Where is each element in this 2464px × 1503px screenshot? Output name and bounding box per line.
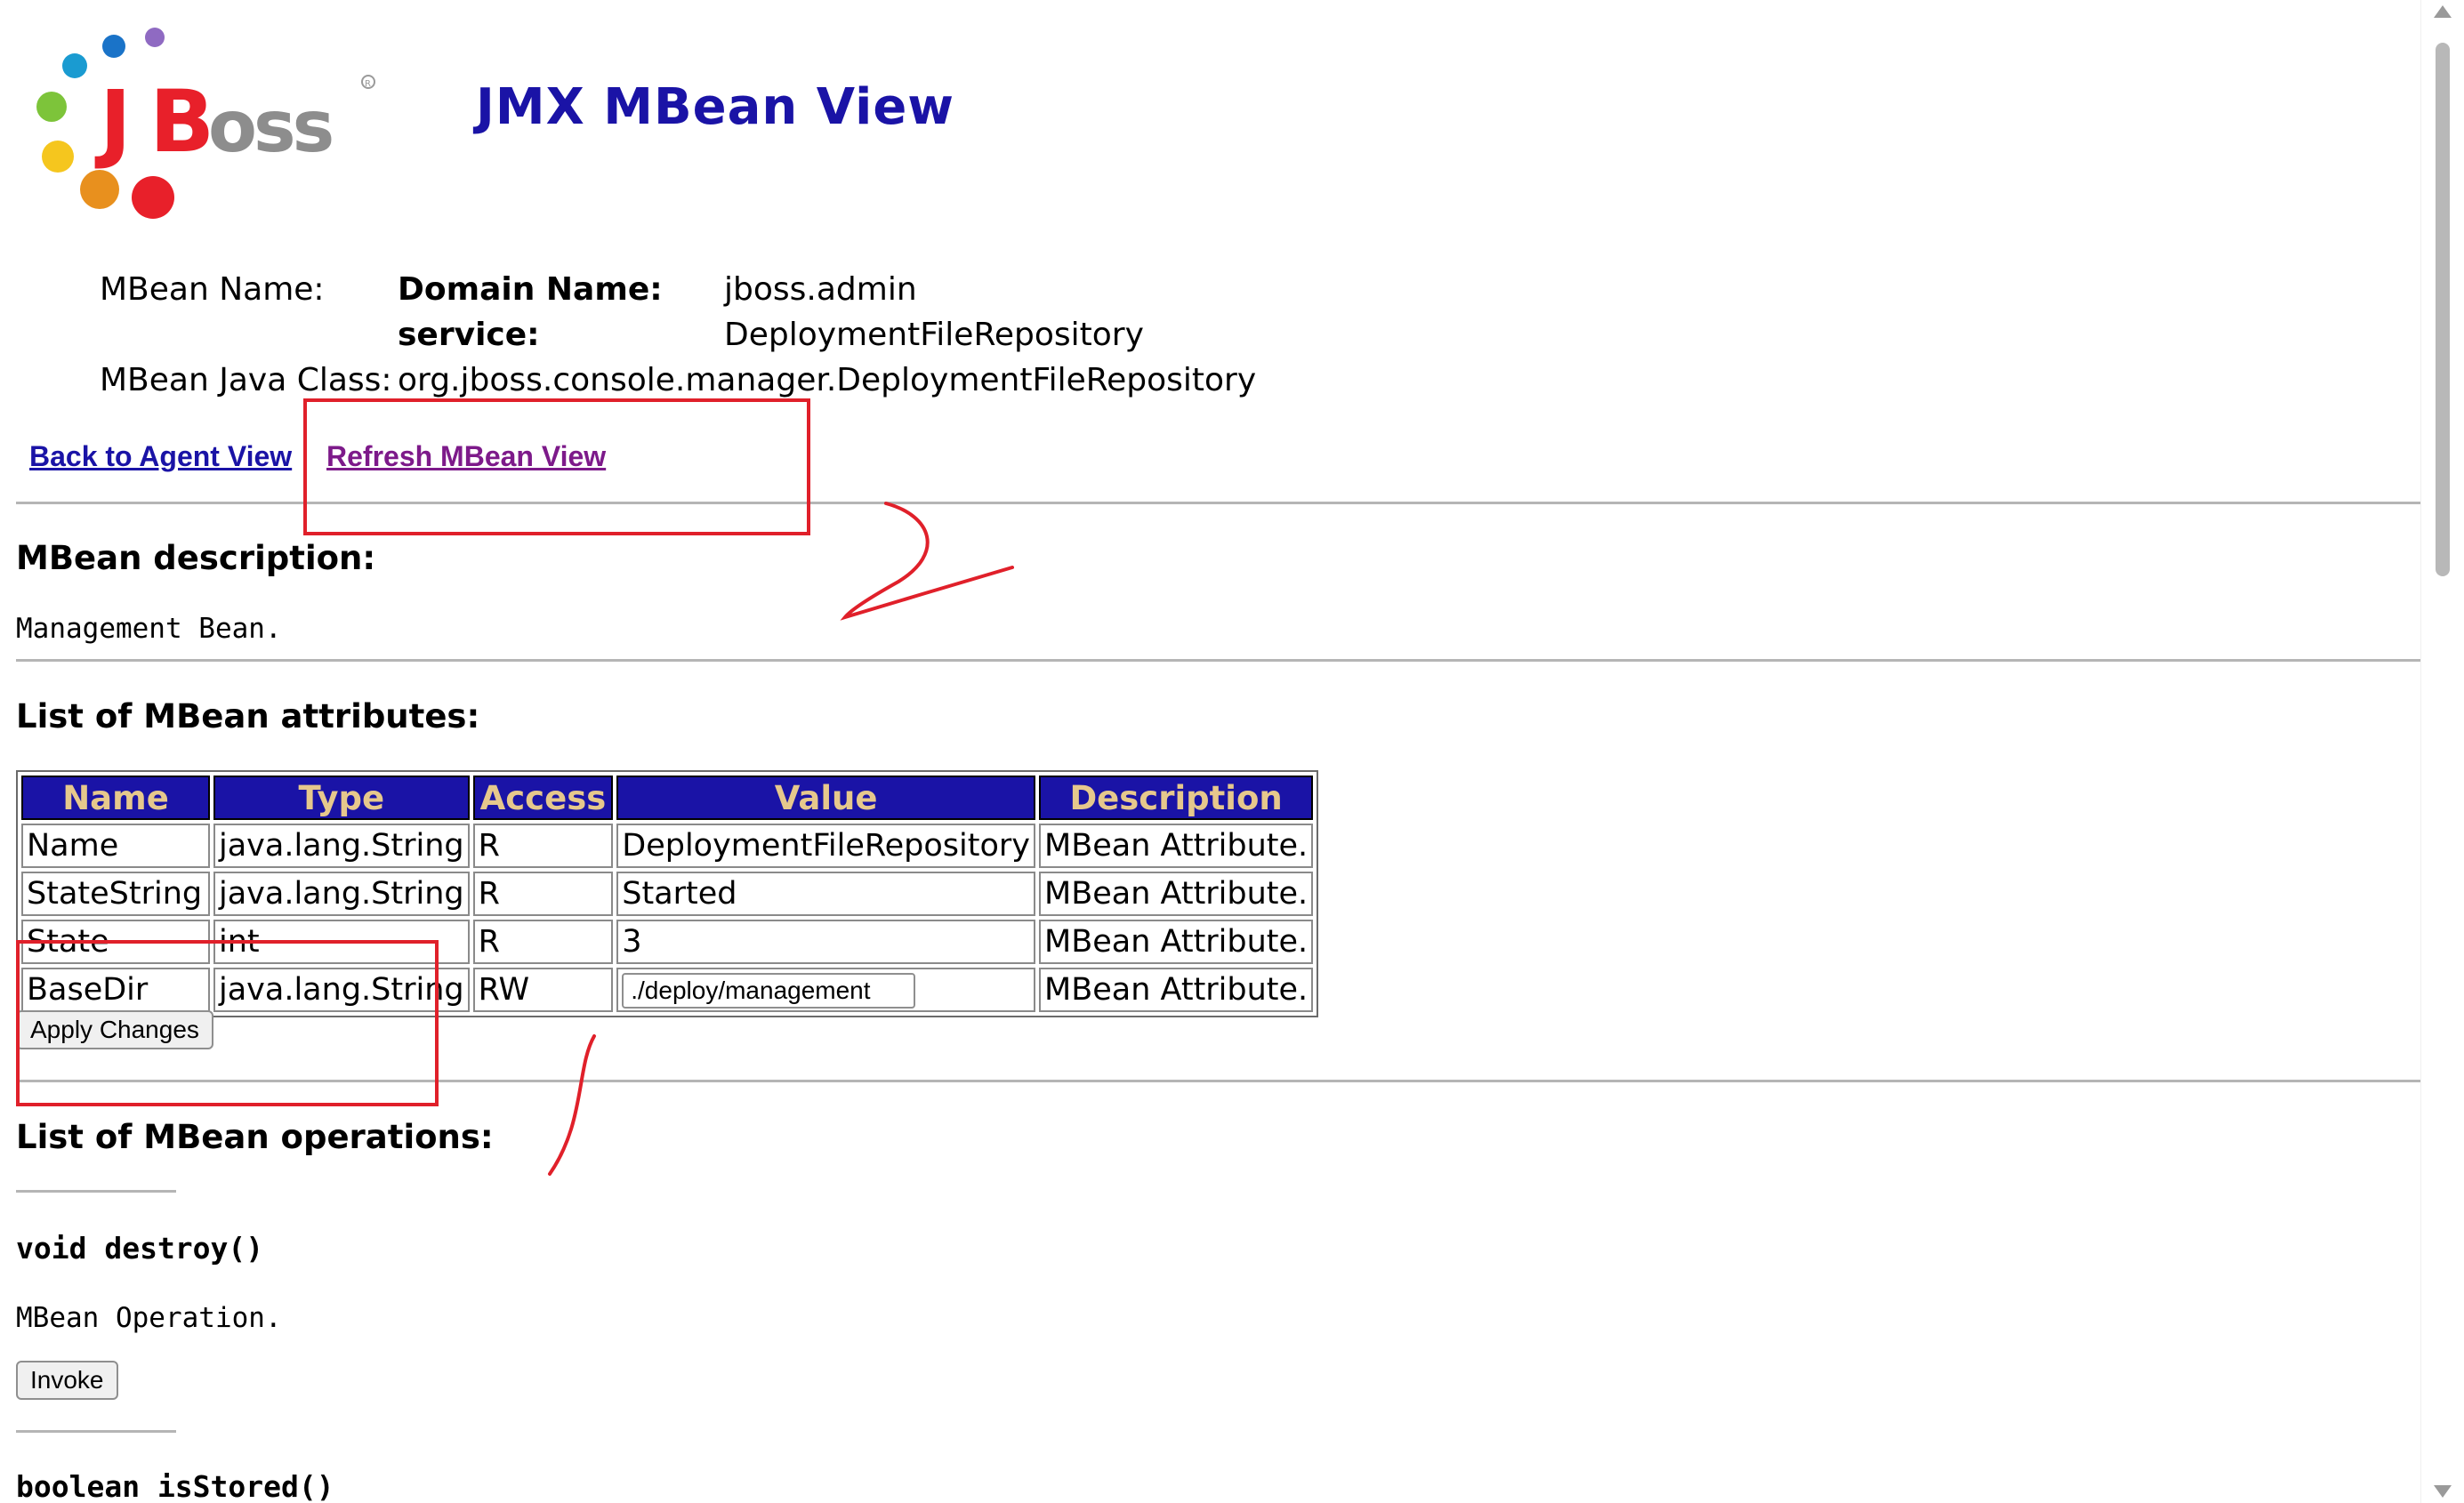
scroll-up-arrow-icon[interactable] xyxy=(2434,5,2452,18)
column-header-type: Type xyxy=(213,776,470,820)
svg-text:R: R xyxy=(365,79,371,89)
divider xyxy=(16,1080,2420,1082)
domain-name-value: jboss.admin xyxy=(724,271,917,308)
attr-access: RW xyxy=(472,968,614,1012)
attr-value: 3 xyxy=(616,920,1036,964)
column-header-name: Name xyxy=(21,776,210,820)
basedir-value-input[interactable] xyxy=(622,973,916,1009)
jboss-logo: J B oss R xyxy=(36,28,375,219)
mbean-page: J B oss R JMX MBean View MBean Name: Dom… xyxy=(0,0,2421,1503)
vertical-scrollbar[interactable] xyxy=(2420,0,2464,1503)
attributes-heading: List of MBean attributes: xyxy=(16,697,480,735)
mbean-description-text: Management Bean. xyxy=(16,613,282,645)
operation-divider xyxy=(16,1190,176,1193)
attr-access: R xyxy=(472,872,614,916)
attr-name: State xyxy=(21,920,210,964)
operation-signature: boolean isStored() xyxy=(16,1469,334,1503)
table-row: StateString java.lang.String R Started M… xyxy=(21,872,1314,916)
back-to-agent-view-link[interactable]: Back to Agent View xyxy=(29,440,292,473)
column-header-description: Description xyxy=(1039,776,1314,820)
attr-description: MBean Attribute. xyxy=(1039,824,1314,868)
domain-name-key: Domain Name: xyxy=(398,271,663,308)
attr-type: java.lang.String xyxy=(213,824,470,868)
attr-type: java.lang.String xyxy=(213,968,470,1012)
logo-dot xyxy=(36,92,67,122)
attr-name: Name xyxy=(21,824,210,868)
logo-dot xyxy=(145,28,165,47)
table-header-row: Name Type Access Value Description xyxy=(21,776,1314,820)
table-row: State int R 3 MBean Attribute. xyxy=(21,920,1314,964)
attr-type: int xyxy=(213,920,470,964)
attr-description: MBean Attribute. xyxy=(1039,920,1314,964)
mbean-description-heading: MBean description: xyxy=(16,539,376,577)
scroll-down-arrow-icon[interactable] xyxy=(2434,1485,2452,1498)
scroll-thumb[interactable] xyxy=(2436,43,2450,576)
table-row: BaseDir java.lang.String RW MBean Attrib… xyxy=(21,968,1314,1012)
attr-description: MBean Attribute. xyxy=(1039,968,1314,1012)
invoke-button[interactable]: Invoke xyxy=(16,1361,118,1400)
column-header-value: Value xyxy=(616,776,1036,820)
java-class-value: org.jboss.console.manager.DeploymentFile… xyxy=(398,362,1257,398)
svg-text:J: J xyxy=(94,72,126,172)
logo-dot xyxy=(62,53,87,78)
attr-name: BaseDir xyxy=(21,968,210,1012)
divider xyxy=(16,502,2420,504)
attr-access: R xyxy=(472,920,614,964)
attr-value: Started xyxy=(616,872,1036,916)
table-row: Name java.lang.String R DeploymentFileRe… xyxy=(21,824,1314,868)
service-value: DeploymentFileRepository xyxy=(724,317,1144,353)
apply-changes-button[interactable]: Apply Changes xyxy=(16,1010,213,1049)
logo-dot xyxy=(80,170,119,209)
attributes-table: Name Type Access Value Description Name … xyxy=(16,770,1319,1017)
attr-description: MBean Attribute. xyxy=(1039,872,1314,916)
java-class-label: MBean Java Class: xyxy=(100,362,392,398)
logo-dot xyxy=(132,176,174,219)
attr-value-cell xyxy=(616,968,1036,1012)
annotation-number-2 xyxy=(840,502,1014,621)
operation-description: MBean Operation. xyxy=(16,1302,282,1334)
divider xyxy=(16,659,2420,662)
attr-name: StateString xyxy=(21,872,210,916)
attr-type: java.lang.String xyxy=(213,872,470,916)
annotation-number-1 xyxy=(548,1034,596,1176)
operation-signature: void destroy() xyxy=(16,1231,264,1266)
logo-dot xyxy=(42,141,74,173)
logo-dot xyxy=(102,35,125,58)
attr-value: DeploymentFileRepository xyxy=(616,824,1036,868)
attr-access: R xyxy=(472,824,614,868)
service-key: service: xyxy=(398,317,540,353)
operations-heading: List of MBean operations: xyxy=(16,1118,494,1156)
column-header-access: Access xyxy=(472,776,614,820)
operation-divider xyxy=(16,1430,176,1433)
refresh-mbean-view-link[interactable]: Refresh MBean View xyxy=(326,440,606,473)
svg-text:oss: oss xyxy=(208,85,332,168)
page-title: JMX MBean View xyxy=(476,78,955,136)
svg-text:B: B xyxy=(149,72,209,172)
mbean-name-label: MBean Name: xyxy=(100,271,325,308)
